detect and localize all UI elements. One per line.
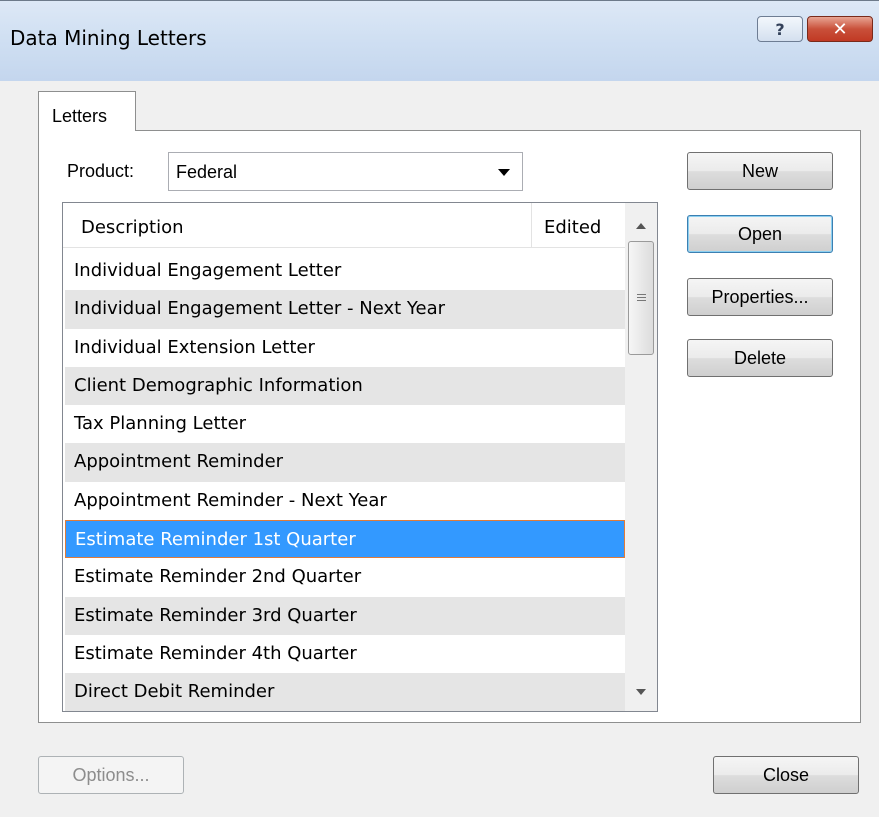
list-item[interactable]: Estimate Reminder 3rd Quarter [65,596,625,635]
list-item[interactable]: Estimate Reminder 2nd Quarter [65,558,625,596]
window-title: Data Mining Letters [10,26,207,50]
list-item[interactable]: Estimate Reminder 4th Quarter [65,635,625,673]
window-close-button[interactable]: ✕ [807,16,873,42]
open-button[interactable]: Open [687,215,833,253]
title-bar[interactable]: Data Mining Letters ? ✕ [0,1,879,81]
list-item[interactable]: Appointment Reminder - Next Year [65,482,625,520]
scroll-down-arrow-icon[interactable] [625,677,657,707]
dropdown-arrow-icon[interactable] [498,169,510,176]
column-header-description[interactable]: Description [81,217,184,238]
properties-button[interactable]: Properties... [687,278,833,316]
product-dropdown[interactable]: Federal [168,152,523,191]
list-item[interactable]: Direct Debit Reminder [65,673,625,711]
list-item[interactable]: Tax Planning Letter [65,405,625,443]
product-dropdown-value: Federal [176,162,238,182]
scrollbar-thumb[interactable] [628,241,654,355]
letters-list[interactable]: Description Edited Individual Engagement… [62,202,658,712]
column-divider[interactable] [531,203,532,247]
list-item[interactable]: Individual Engagement Letter [65,252,625,290]
list-item[interactable]: Individual Extension Letter [65,329,625,367]
help-icon: ? [775,19,785,39]
list-item[interactable]: Client Demographic Information [65,366,625,406]
list-item[interactable]: Appointment Reminder [65,443,625,482]
delete-button[interactable]: Delete [687,339,833,377]
list-item[interactable]: Estimate Reminder 1st Quarter [65,520,625,559]
list-header: Description Edited [63,203,625,248]
scroll-up-arrow-icon[interactable] [625,211,657,241]
list-item[interactable]: Individual Engagement Letter - Next Year [65,290,625,329]
tab-letters-label: Letters [52,106,108,126]
column-header-edited[interactable]: Edited [544,217,601,238]
options-button[interactable]: Options... [38,756,184,794]
close-button[interactable]: Close [713,756,859,794]
vertical-scrollbar[interactable] [625,203,657,711]
dialog-window: Data Mining Letters ? ✕ Letters Product:… [0,0,879,817]
tab-letters[interactable]: Letters [38,91,136,131]
close-icon: ✕ [832,18,848,40]
product-label: Product: [67,161,135,181]
grip-icon [637,294,646,295]
help-button[interactable]: ? [757,16,803,42]
new-button[interactable]: New [687,152,833,190]
list-rows: Individual Engagement Letter Individual E… [65,252,625,711]
